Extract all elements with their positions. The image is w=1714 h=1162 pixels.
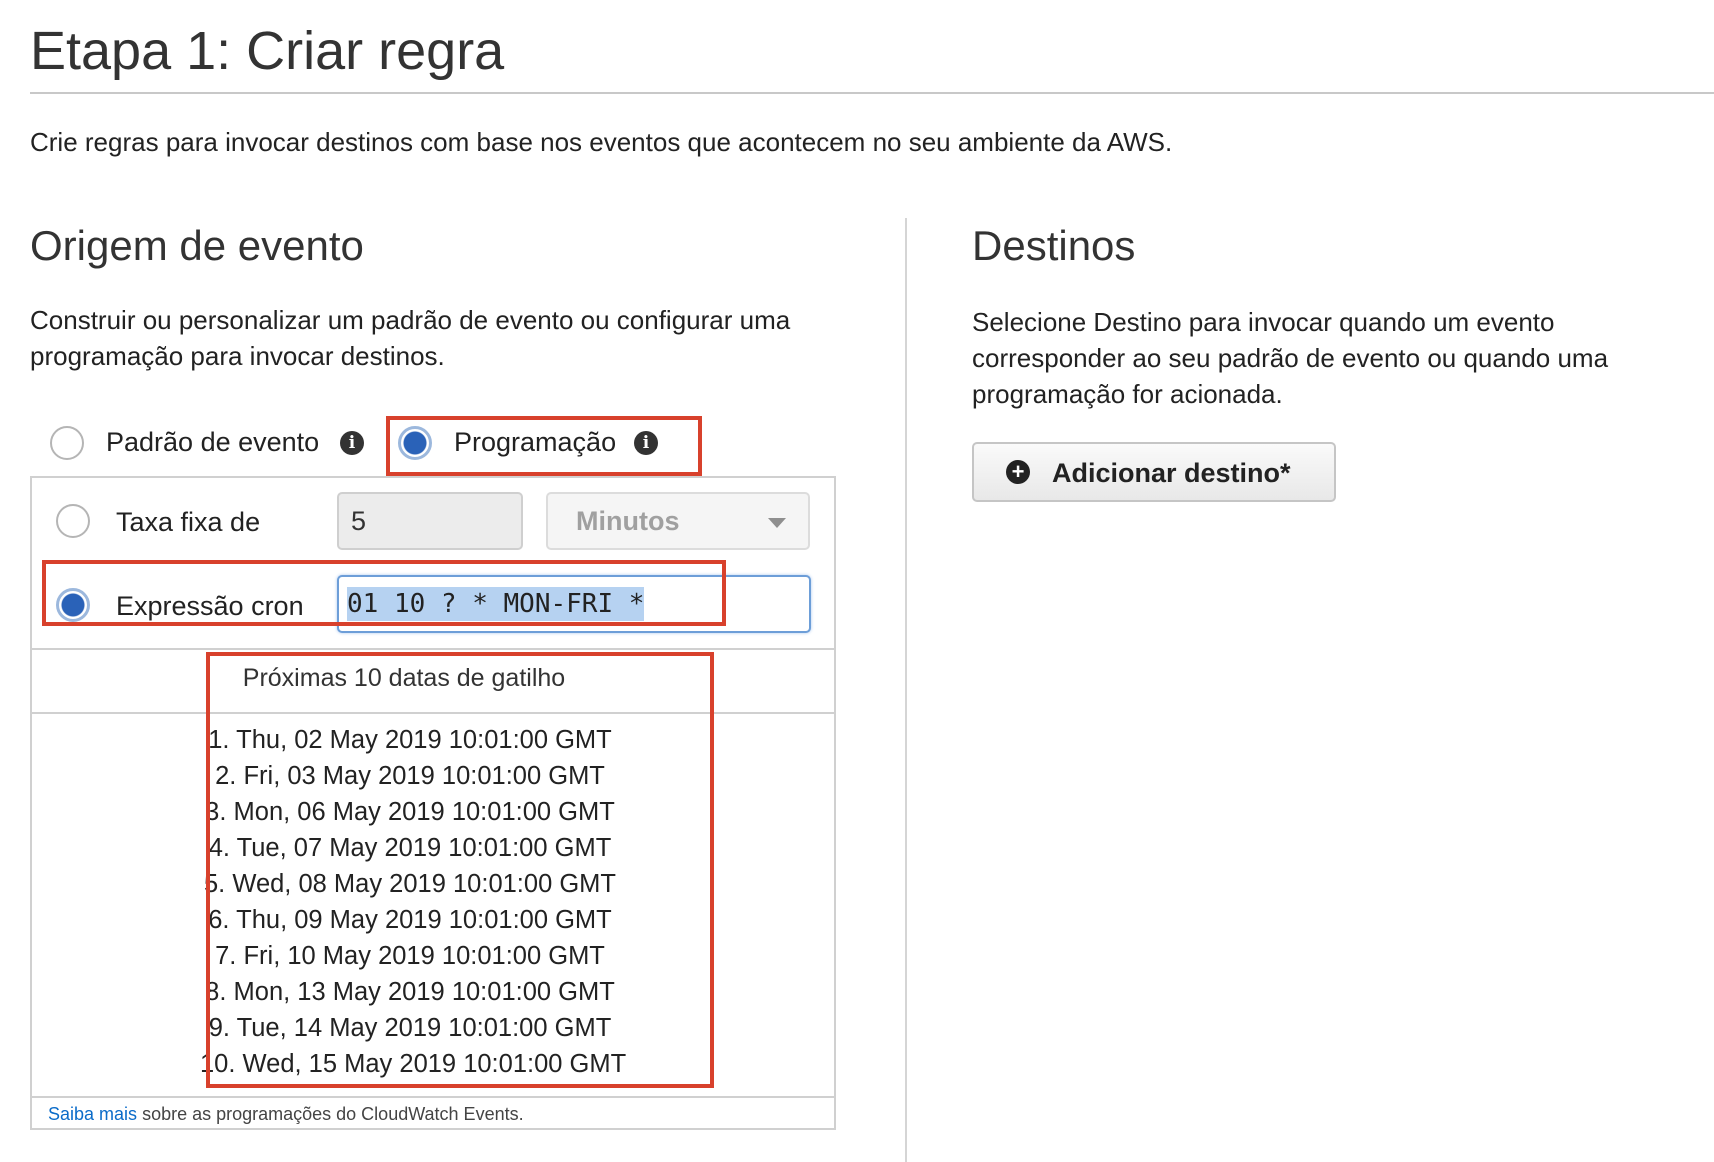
panel-divider — [32, 1096, 834, 1098]
plus-circle-icon: + — [1006, 460, 1030, 484]
column-divider — [905, 218, 907, 1162]
event-pattern-info-icon[interactable]: i — [340, 431, 364, 455]
chevron-down-icon — [768, 518, 786, 528]
learn-more-link[interactable]: Saiba mais — [48, 1104, 137, 1124]
event-source-title: Origem de evento — [30, 222, 364, 269]
schedule-footer-text: sobre as programações do CloudWatch Even… — [142, 1104, 524, 1124]
schedule-footer: Saiba mais sobre as programações do Clou… — [48, 1102, 524, 1126]
add-target-label: Adicionar destino* — [1052, 458, 1291, 488]
targets-title: Destinos — [972, 222, 1136, 269]
trigger-dates-highlight — [206, 652, 714, 1088]
panel-divider — [32, 648, 834, 650]
fixed-rate-label[interactable]: Taxa fixa de — [116, 504, 260, 540]
add-target-button[interactable]: + Adicionar destino* — [972, 442, 1336, 502]
fixed-rate-radio[interactable] — [56, 504, 90, 538]
schedule-option-highlight — [386, 416, 702, 476]
targets-description: Selecione Destino para invocar quando um… — [972, 307, 1609, 409]
cron-row-highlight — [42, 560, 726, 626]
event-source-description: Construir ou personalizar um padrão de e… — [30, 305, 791, 371]
page-description: Crie regras para invocar destinos com ba… — [30, 127, 1173, 157]
event-pattern-radio[interactable] — [50, 426, 84, 460]
fixed-rate-unit-value: Minutos — [576, 506, 680, 536]
event-pattern-label[interactable]: Padrão de evento — [106, 424, 319, 460]
fixed-rate-value-input[interactable]: 5 — [337, 492, 523, 550]
page-title: Etapa 1: Criar regra — [30, 21, 505, 81]
fixed-rate-unit-select[interactable]: Minutos — [546, 492, 810, 550]
title-divider — [30, 92, 1714, 94]
